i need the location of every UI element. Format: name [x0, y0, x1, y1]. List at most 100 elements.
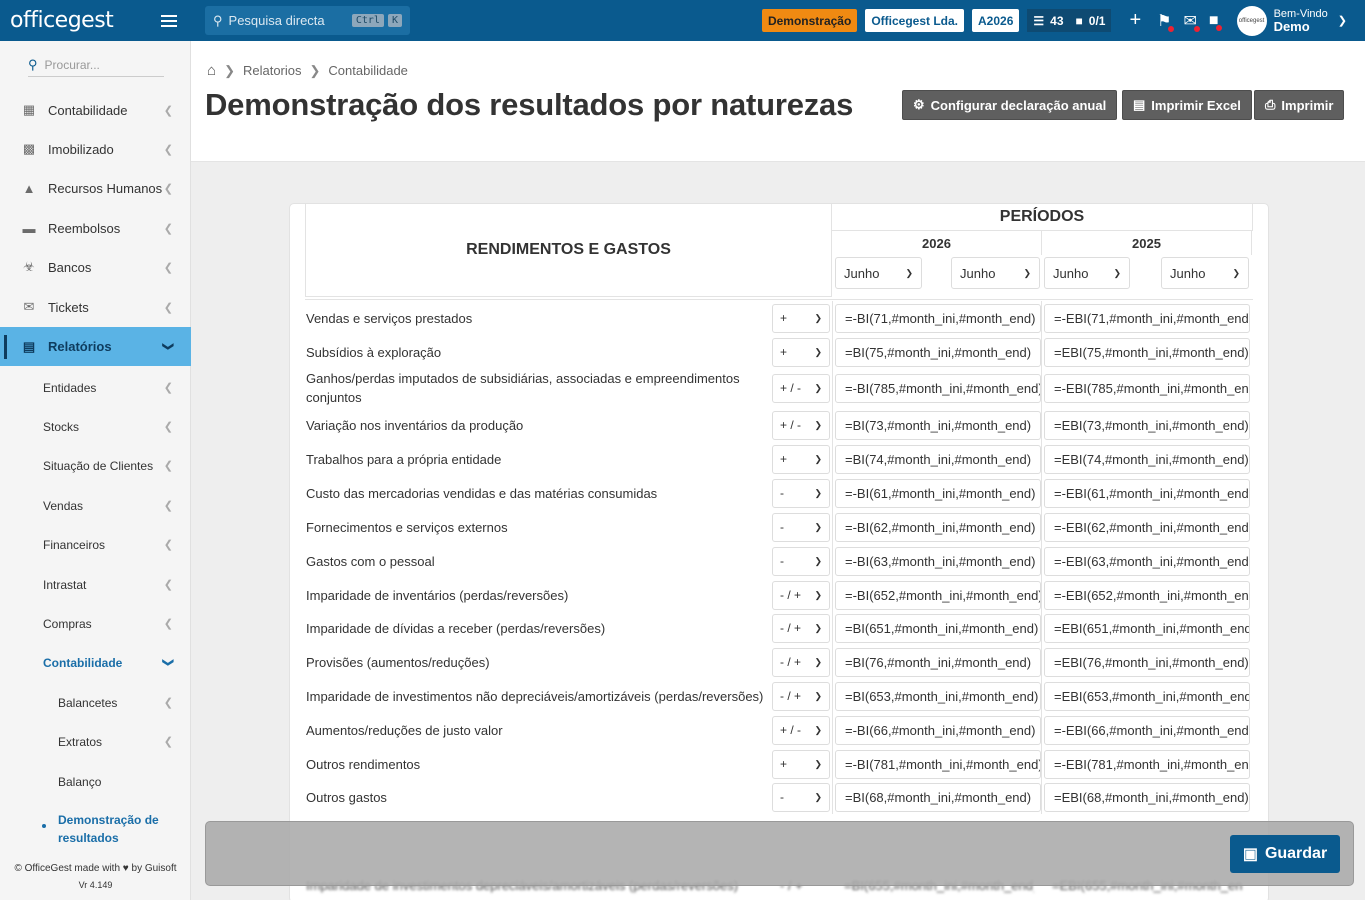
sidebar-sub-contabilidade[interactable]: Contabilidade ❯: [0, 656, 191, 672]
month-select-2026-end[interactable]: Junho ❯: [951, 257, 1040, 289]
logo[interactable]: officegest: [10, 8, 114, 33]
table-row: Outros gastos - ❯ =BI(68,#month_ini,#month_…: [305, 780, 1251, 814]
sidebar-item-recursos-humanos[interactable]: ▲ Recursos Humanos ❮: [0, 175, 191, 201]
formula-input-2026[interactable]: =-BI(62,#month_ini,#month_end): [835, 512, 1041, 542]
sidebar-sub-entidades[interactable]: Entidades ❮: [0, 381, 191, 397]
sidebar-subsub-balancetes[interactable]: Balancetes ❮: [0, 696, 191, 712]
formula-input-2025[interactable]: =-EBI(66,#month_ini,#month_end): [1044, 715, 1250, 745]
sidebar-sub-label: Vendas: [43, 499, 84, 513]
formula-input-2026[interactable]: =-BI(785,#month_ini,#month_end): [835, 373, 1041, 403]
sign-select[interactable]: + / - ❯: [772, 715, 830, 745]
formula-input-2025[interactable]: =-EBI(63,#month_ini,#month_end): [1044, 546, 1250, 576]
year-badge[interactable]: A2026: [972, 9, 1020, 32]
sidebar-item-relatorios[interactable]: ▤ Relatórios ❯: [0, 327, 191, 366]
sidebar-sub-situacao-clientes[interactable]: Situação de Clientes ❮: [0, 459, 191, 475]
sign-select[interactable]: + ❯: [772, 337, 830, 367]
sign-select[interactable]: - ❯: [772, 546, 830, 576]
sign-select[interactable]: + ❯: [772, 749, 830, 779]
formula-input-2026[interactable]: =-BI(61,#month_ini,#month_end): [835, 478, 1041, 508]
chevron-left-icon: ❮: [163, 539, 173, 551]
month-select-2026-start[interactable]: Junho ❯: [835, 257, 922, 289]
sidebar-item-contabilidade[interactable]: ▦ Contabilidade ❮: [0, 97, 191, 123]
formula-input-2026[interactable]: =-BI(652,#month_ini,#month_end): [835, 580, 1041, 610]
formula-input-2026[interactable]: =BI(651,#month_ini,#month_end): [835, 613, 1041, 643]
plus-icon[interactable]: +: [1129, 9, 1141, 32]
formula-input-2026[interactable]: =BI(74,#month_ini,#month_end): [835, 444, 1041, 474]
sign-select[interactable]: + / - ❯: [772, 373, 830, 403]
sign-select[interactable]: - / + ❯: [772, 647, 830, 677]
sidebar-sub-vendas[interactable]: Vendas ❮: [0, 499, 191, 515]
formula-input-2025[interactable]: =EBI(74,#month_ini,#month_end): [1044, 444, 1250, 474]
print-button[interactable]: ⎙ Imprimir: [1254, 90, 1345, 120]
sidebar-subsub-extratos[interactable]: Extratos ❮: [0, 735, 191, 751]
formula-input-2026[interactable]: =BI(68,#month_ini,#month_end): [835, 782, 1041, 812]
sidebar-search[interactable]: ⚲ Procurar...: [28, 53, 164, 77]
formula-input-2026[interactable]: =-BI(781,#month_ini,#month_end): [835, 749, 1041, 779]
tasks-badge[interactable]: ☰ 43: [1027, 9, 1070, 32]
print-excel-button[interactable]: ▤ Imprimir Excel: [1122, 90, 1252, 120]
copyright: © OfficeGest made with ♥ by Guisoft: [14, 863, 177, 874]
formula-input-2025[interactable]: =EBI(651,#month_ini,#month_end): [1044, 613, 1250, 643]
formula-input-2026[interactable]: =BI(73,#month_ini,#month_end): [835, 410, 1041, 440]
formula-input-2026[interactable]: =BI(653,#month_ini,#month_end): [835, 681, 1041, 711]
formula-input-2025[interactable]: =EBI(75,#month_ini,#month_end): [1044, 337, 1250, 367]
sign-select[interactable]: + ❯: [772, 303, 830, 333]
user-menu[interactable]: officegest Bem-Vindo Demo ❯: [1236, 5, 1347, 36]
folders-badge[interactable]: ■ 0/1: [1069, 9, 1112, 32]
sidebar-item-reembolsos[interactable]: ▬ Reembolsos ❮: [0, 215, 191, 241]
sidebar-sub-intrastat[interactable]: Intrastat ❮: [0, 578, 191, 594]
search-icon: ⚲: [28, 56, 38, 72]
sign-select[interactable]: + ❯: [772, 444, 830, 474]
configure-annual-button[interactable]: ⚙ Configurar declaração anual: [902, 90, 1118, 120]
sign-select[interactable]: - ❯: [772, 478, 830, 508]
sign-select[interactable]: - ❯: [772, 512, 830, 542]
sidebar-sub-compras[interactable]: Compras ❮: [0, 617, 191, 633]
month-select-2025-end[interactable]: Junho ❯: [1161, 257, 1249, 289]
global-search[interactable]: ⚲ Pesquisa directa Ctrl K: [205, 6, 410, 35]
sidebar-item-imobilizado[interactable]: ▩ Imobilizado ❮: [0, 136, 191, 162]
formula-input-2026[interactable]: =BI(75,#month_ini,#month_end): [835, 337, 1041, 367]
formula-input-2025[interactable]: =EBI(653,#month_ini,#month_end): [1044, 681, 1250, 711]
formula-input-2026[interactable]: =-BI(63,#month_ini,#month_end): [835, 546, 1041, 576]
sign-select[interactable]: - / + ❯: [772, 580, 830, 610]
sidebar-item-bancos[interactable]: ☣ Bancos ❮: [0, 254, 191, 280]
menu-toggle-icon[interactable]: [161, 14, 177, 27]
formula-input-2026[interactable]: =BI(76,#month_ini,#month_end): [835, 647, 1041, 677]
configure-annual-label: Configurar declaração anual: [930, 97, 1107, 113]
formula-input-2026[interactable]: =-BI(66,#month_ini,#month_end): [835, 715, 1041, 745]
formula-input-2025[interactable]: =-EBI(71,#month_ini,#month_end): [1044, 303, 1250, 333]
formula-input-2025[interactable]: =-EBI(61,#month_ini,#month_end): [1044, 478, 1250, 508]
mail-icon[interactable]: ✉: [1183, 11, 1200, 32]
save-button[interactable]: ▣ Guardar: [1230, 835, 1340, 873]
sign-select[interactable]: + / - ❯: [772, 410, 830, 440]
sign-select[interactable]: - / + ❯: [772, 613, 830, 643]
sidebar-subsub-demonstracao-resultados[interactable]: Demonstração de resultados: [0, 811, 191, 847]
formula-input-2025[interactable]: =EBI(76,#month_ini,#month_end): [1044, 647, 1250, 677]
sidebar-subsub-balanco[interactable]: Balanço: [0, 775, 191, 791]
formula-input-2025[interactable]: =EBI(68,#month_ini,#month_end): [1044, 782, 1250, 812]
column-divider: [1041, 368, 1042, 408]
month-select-2025-start[interactable]: Junho ❯: [1044, 257, 1130, 289]
breadcrumb-contabilidade[interactable]: Contabilidade: [328, 63, 408, 78]
bell-icon[interactable]: ⚑: [1157, 11, 1175, 32]
formula-input-2025[interactable]: =-EBI(62,#month_ini,#month_end): [1044, 512, 1250, 542]
breadcrumb-relatorios[interactable]: Relatorios: [243, 63, 302, 78]
sidebar-sub-stocks[interactable]: Stocks ❮: [0, 420, 191, 436]
sign-select[interactable]: - ❯: [772, 782, 830, 812]
sidebar-item-tickets[interactable]: ✉ Tickets ❮: [0, 294, 191, 320]
chevron-down-icon: ❯: [1232, 267, 1240, 278]
formula-input-2025[interactable]: =EBI(73,#month_ini,#month_end): [1044, 410, 1250, 440]
formula-input-2026[interactable]: =-BI(71,#month_ini,#month_end): [835, 303, 1041, 333]
sign-value: + / -: [780, 418, 802, 432]
truck-icon[interactable]: ■: [1209, 12, 1222, 31]
formula-input-2025[interactable]: =-EBI(785,#month_ini,#month_end): [1044, 373, 1250, 403]
formula-input-2025[interactable]: =-EBI(652,#month_ini,#month_end): [1044, 580, 1250, 610]
company-badge[interactable]: Officegest Lda.: [865, 9, 965, 32]
sign-select[interactable]: - / + ❯: [772, 681, 830, 711]
sidebar-sub-financeiros[interactable]: Financeiros ❮: [0, 538, 191, 554]
column-divider: [832, 476, 833, 510]
column-divider: [832, 780, 833, 814]
demo-badge[interactable]: Demonstração: [761, 9, 858, 32]
home-icon[interactable]: ⌂: [207, 62, 216, 79]
formula-input-2025[interactable]: =-EBI(781,#month_ini,#month_end): [1044, 749, 1250, 779]
